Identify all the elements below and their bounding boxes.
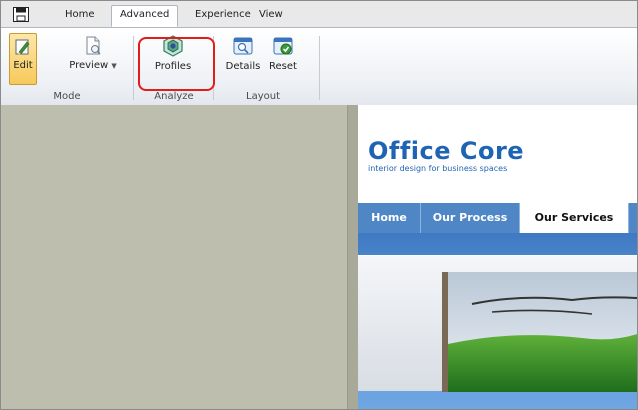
- tab-advanced[interactable]: Advanced: [111, 5, 179, 27]
- app-window: Home Advanced Experience View Edit Previ…: [0, 0, 638, 410]
- tab-view[interactable]: View: [251, 6, 291, 26]
- group-separator: [133, 36, 134, 100]
- reset-button-label: Reset: [269, 61, 297, 72]
- site-nav-our-services[interactable]: Our Services: [520, 203, 628, 233]
- tab-experience[interactable]: Experience: [187, 6, 259, 26]
- group-label-analyze: Analyze: [154, 91, 194, 102]
- details-button[interactable]: Details: [223, 34, 263, 82]
- preview-button-label: Preview ▼: [65, 60, 121, 71]
- page-preview: Office Core interior design for business…: [358, 105, 637, 409]
- edit-button[interactable]: Edit: [9, 33, 37, 85]
- site-logo-subtitle: interior design for business spaces: [368, 164, 508, 173]
- tab-home[interactable]: Home: [57, 6, 103, 26]
- reset-button[interactable]: Reset: [263, 34, 303, 82]
- preview-icon: [86, 36, 101, 55]
- site-nav-our-process[interactable]: Our Process: [421, 203, 519, 233]
- reset-icon: [273, 37, 293, 55]
- nav-separator: [628, 203, 629, 233]
- group-label-layout: Layout: [246, 91, 280, 102]
- chevron-down-icon: ▼: [111, 62, 117, 70]
- group-separator: [319, 36, 320, 100]
- edit-icon: [15, 39, 30, 55]
- ribbon-tab-strip: Home Advanced Experience View: [1, 1, 637, 28]
- edit-button-label: Edit: [13, 60, 33, 71]
- save-icon[interactable]: [13, 7, 29, 22]
- landscape-image: [442, 272, 637, 392]
- site-nav-home[interactable]: Home: [358, 203, 420, 233]
- site-nav: Home Our Process Our Services: [358, 203, 637, 233]
- preview-label-text: Preview: [69, 60, 109, 71]
- profiles-highlight-box: [138, 37, 215, 91]
- preview-button[interactable]: Preview ▼: [65, 34, 121, 82]
- ribbon: Edit Preview ▼ Mode Profiles Analyze Det…: [1, 28, 637, 106]
- details-icon: [233, 37, 253, 55]
- workspace-panel: [1, 105, 347, 409]
- details-button-label: Details: [225, 61, 261, 72]
- group-label-mode: Mode: [53, 91, 81, 102]
- site-logo-title: Office Core: [368, 137, 525, 165]
